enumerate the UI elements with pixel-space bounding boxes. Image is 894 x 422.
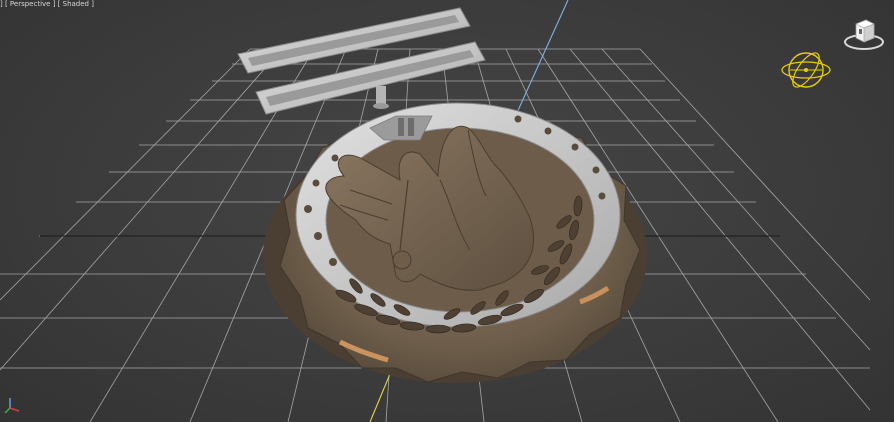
viewport-scene[interactable] (0, 0, 894, 422)
ribbon-connector (373, 86, 389, 109)
viewport-label-bracket-2: ] [ (52, 0, 61, 8)
viewport-label-bracket-3: ] (91, 0, 94, 8)
axis-tripod-icon (4, 398, 20, 414)
shading-mode-label[interactable]: Shaded (63, 0, 89, 8)
viewport-label-menu[interactable]: ] [ Perspective ] [ Shaded ] (0, 0, 94, 10)
view-mode-label[interactable]: Perspective (10, 0, 51, 8)
perspective-viewport[interactable]: ] [ Perspective ] [ Shaded ] (0, 0, 894, 422)
viewport-label-bracket-1: ] [ (0, 0, 8, 8)
viewcube-icon[interactable] (842, 14, 886, 54)
orbit-gizmo-icon[interactable] (778, 46, 834, 94)
